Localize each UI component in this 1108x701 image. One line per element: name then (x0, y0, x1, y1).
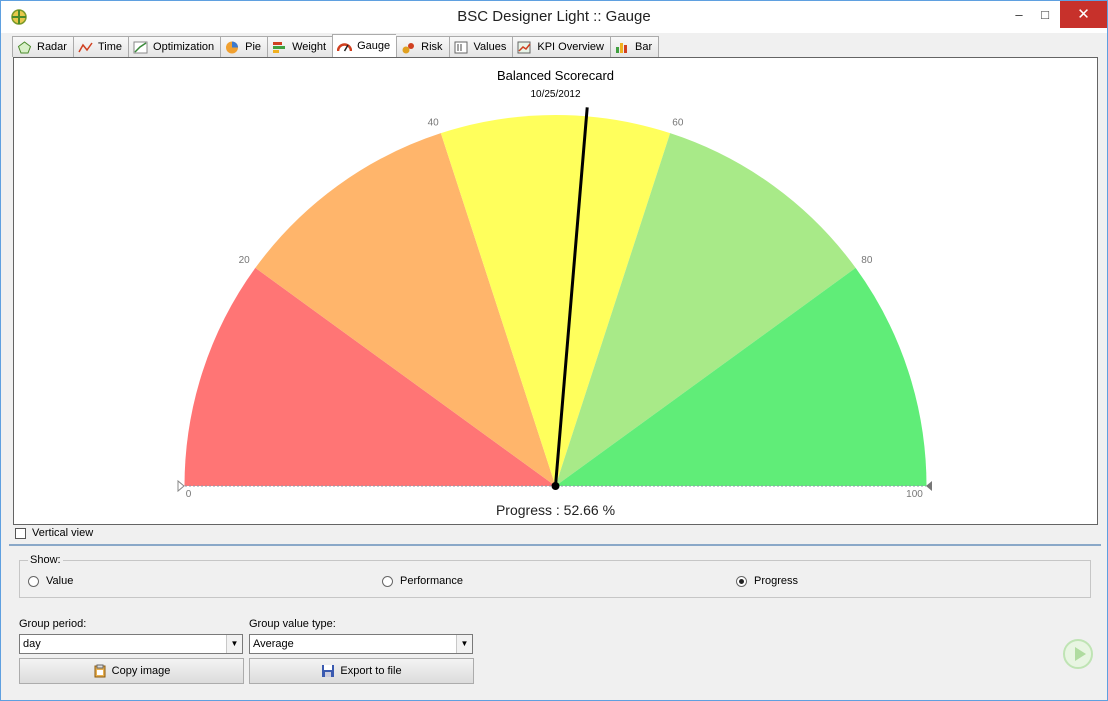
values-icon (454, 41, 468, 53)
tick-label-2: 40 (428, 118, 440, 129)
group-period-value: day (23, 638, 41, 650)
tab-gauge[interactable]: Gauge (332, 34, 397, 57)
tab-label: Time (97, 41, 123, 53)
tick-label-0: 0 (186, 489, 192, 500)
show-group-label: Show: (28, 554, 63, 566)
radio-label: Value (46, 575, 74, 587)
title-bar: BSC Designer Light :: Gauge – □ ✕ (1, 1, 1107, 33)
show-group: Show: Value Performance Progress (19, 554, 1091, 598)
tab-label: Radar (37, 41, 67, 53)
copy-image-label: Copy image (111, 665, 171, 677)
performance-radio[interactable] (382, 575, 393, 587)
chart-subtitle: 10/25/2012 (530, 89, 580, 100)
close-button[interactable]: ✕ (1060, 1, 1107, 28)
tick-label-4: 80 (861, 255, 873, 266)
chart-tabs: Radar Time Optimization Pie Weight Gauge… (12, 34, 660, 57)
time-chart-icon (78, 42, 93, 52)
tab-time[interactable]: Time (72, 36, 129, 57)
clipboard-icon (94, 664, 106, 678)
group-period-label: Group period: (19, 618, 87, 630)
tab-weight[interactable]: Weight (267, 36, 333, 57)
tab-pie[interactable]: Pie (220, 36, 268, 57)
tick-label-3: 60 (672, 118, 684, 129)
show-value-option[interactable]: Value (28, 575, 73, 587)
tick-label-1: 20 (239, 255, 251, 266)
show-performance-option[interactable]: Performance (382, 575, 463, 587)
vertical-view-checkbox[interactable] (15, 527, 26, 539)
tab-optimization[interactable]: Optimization (128, 36, 221, 57)
play-icon[interactable] (1063, 639, 1093, 669)
kpi-overview-icon (517, 41, 531, 53)
tab-kpi-overview[interactable]: KPI Overview (512, 36, 610, 57)
tab-label: Gauge (357, 40, 391, 52)
pie-icon (226, 41, 239, 53)
group-value-type-label: Group value type: (249, 618, 336, 630)
gauge-bands (184, 115, 927, 487)
radio-label: Performance (400, 575, 463, 587)
tab-label: Values (473, 41, 507, 53)
gauge-icon (337, 42, 353, 51)
group-value-type-select[interactable]: Average ▼ (249, 634, 473, 654)
export-to-file-label: Export to file (340, 665, 402, 677)
tab-label: KPI Overview (537, 41, 604, 53)
radio-label: Progress (754, 575, 799, 587)
tab-label: Weight (292, 41, 327, 53)
chevron-down-icon[interactable]: ▼ (456, 635, 472, 653)
window-title: BSC Designer Light :: Gauge (457, 8, 651, 25)
group-period-select[interactable]: day ▼ (19, 634, 243, 654)
app-window: BSC Designer Light :: Gauge – □ ✕ Radar … (0, 0, 1108, 701)
gauge-chart: 0 20 40 60 80 100 Balanced Scorecard 10/25/20… (177, 68, 932, 518)
needle-pivot (551, 482, 560, 490)
risk-icon (402, 42, 415, 53)
gauge-chart-panel: 0 20 40 60 80 100 Balanced Scorecard 10/25/20… (13, 57, 1098, 525)
gauge-value-label: Progress : 52.66 % (496, 502, 615, 518)
vertical-view-option[interactable]: Vertical view (15, 527, 93, 539)
chart-title: Balanced Scorecard (497, 68, 614, 83)
tab-risk[interactable]: Risk (396, 36, 449, 57)
tab-bar[interactable]: Bar (610, 36, 660, 57)
bar-icon (616, 42, 627, 53)
tab-label: Risk (421, 41, 443, 53)
range-start-marker (177, 479, 185, 493)
save-icon (322, 665, 335, 677)
radar-icon (17, 40, 32, 53)
tab-values[interactable]: Values (448, 36, 513, 57)
show-progress-option[interactable]: Progress (736, 575, 798, 587)
splitter[interactable] (9, 544, 1101, 546)
tab-label: Optimization (153, 41, 215, 53)
range-end-marker (926, 481, 932, 491)
tab-radar[interactable]: Radar (12, 36, 73, 57)
optimization-icon (133, 41, 148, 53)
tick-label-5: 100 (906, 489, 923, 500)
value-radio[interactable] (28, 575, 39, 587)
progress-radio[interactable] (736, 575, 747, 587)
copy-image-button[interactable]: Copy image (19, 658, 244, 684)
weight-icon (273, 41, 286, 53)
group-value-type-value: Average (253, 638, 294, 650)
chevron-down-icon[interactable]: ▼ (226, 635, 242, 653)
vertical-view-label: Vertical view (32, 527, 94, 539)
tab-label: Pie (245, 41, 262, 53)
export-to-file-button[interactable]: Export to file (249, 658, 474, 684)
tab-label: Bar (635, 41, 653, 53)
